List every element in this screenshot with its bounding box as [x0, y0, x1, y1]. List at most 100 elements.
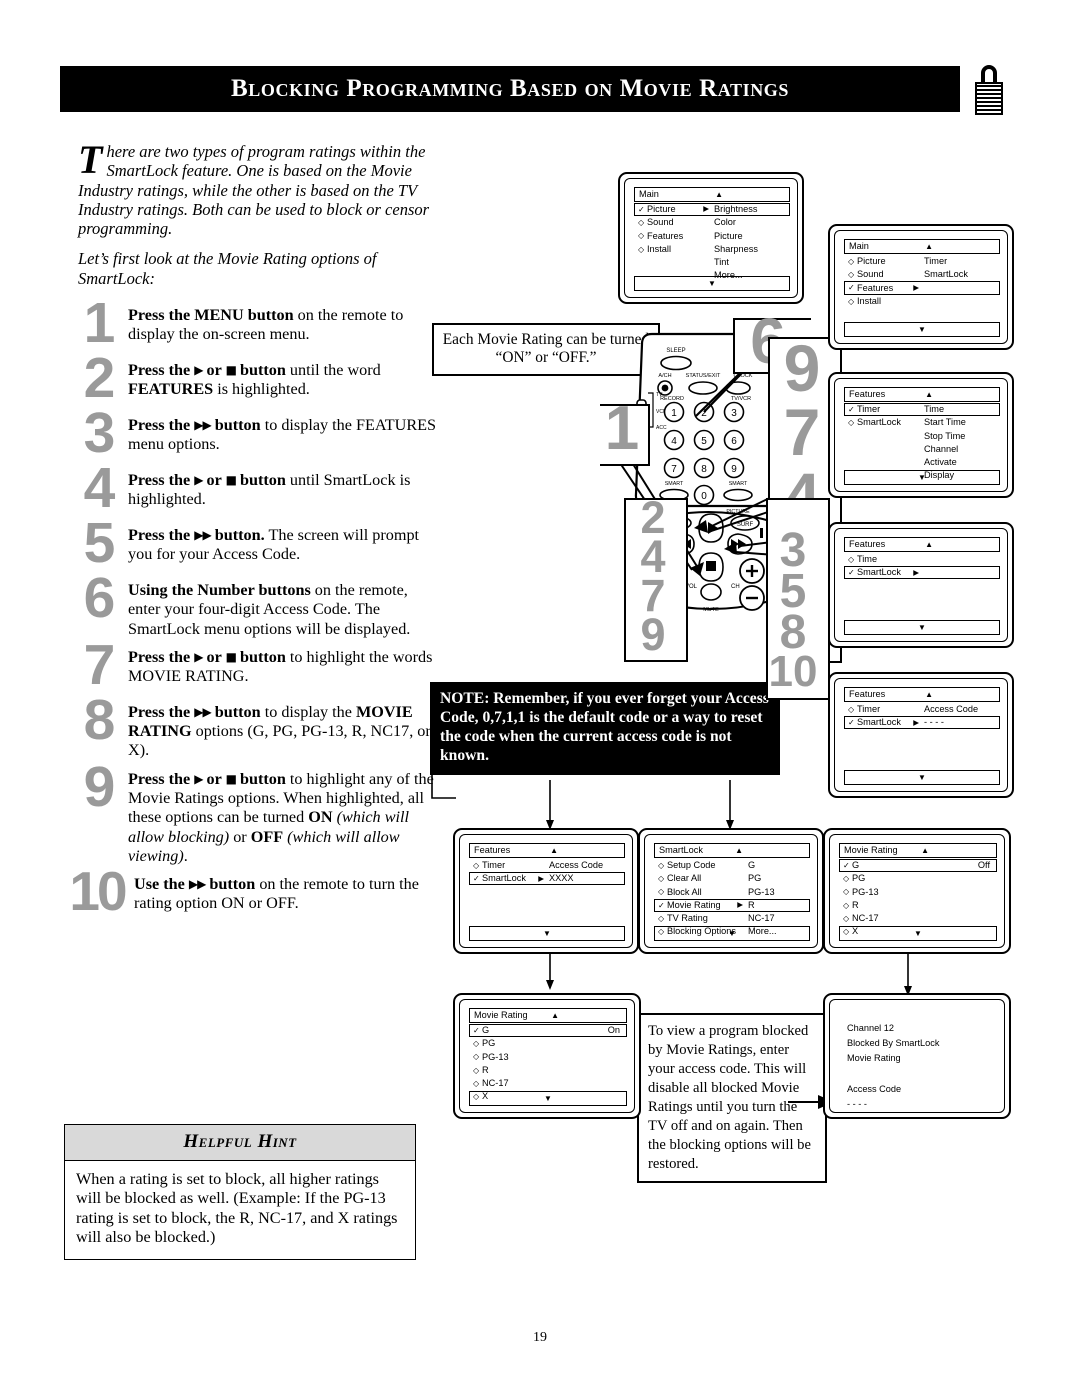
osd-main-features[interactable]: Main ▲ ◇ Picture Timer ◇ Sound SmartLock ✓ Featur… [844, 239, 1000, 337]
scroll-up-icon[interactable]: ▲ [925, 689, 933, 700]
osd-row-value: R [748, 899, 755, 910]
osd-row-label: PG [852, 873, 866, 884]
osd-features-access-code[interactable]: Features ▲ ◇ Timer Access Code ✓ SmartLock ▶ - -… [844, 687, 1000, 785]
osd-row-setup-code[interactable]: ◇ Setup Code G [654, 859, 810, 872]
osd-row-pg[interactable]: ◇ PG [469, 1037, 627, 1050]
osd-row-value: Timer [924, 256, 948, 267]
osd-row-timer[interactable]: ✓ Timer Time [844, 403, 1000, 417]
osd-row-label: NC-17 [852, 913, 879, 923]
osd-row-r[interactable]: ◇ R [469, 1064, 627, 1077]
osd-row-features[interactable]: ✓ Features ▶ [844, 281, 1000, 295]
diamond-bullet-icon: ◇ [843, 887, 850, 897]
step-number-3: 3 [83, 401, 116, 465]
blocked-message-line: Access Code [847, 1083, 902, 1094]
osd-row-features[interactable]: ◇ Features Picture [634, 229, 790, 242]
osd-row-r[interactable]: ◇ R [839, 899, 997, 912]
osd-row-install[interactable]: ◇ Install [844, 295, 1000, 308]
scroll-up-icon[interactable]: ▲ [925, 539, 933, 550]
osd-row-clear-all[interactable]: ◇ Clear All PG [654, 872, 810, 885]
osd-row[interactable]: Activate [844, 456, 1000, 469]
step-6: 6 Using the Number buttons on the remote,… [70, 569, 440, 639]
step-3: 3 Press the ▶▶ button to display the FEAT… [70, 404, 440, 462]
osd-row-sound[interactable]: ◇ Sound Color [634, 216, 790, 229]
osd-row-install[interactable]: ◇ Install Sharpness [634, 243, 790, 256]
scroll-down-icon[interactable]: ▼ [839, 926, 997, 941]
scroll-up-icon[interactable]: ▲ [921, 845, 929, 856]
scroll-down-icon[interactable]: ▼ [844, 620, 1000, 635]
osd-row-pg-13[interactable]: ◇ PG-13 [839, 885, 997, 898]
scroll-down-icon[interactable]: ▼ [844, 770, 1000, 785]
osd-row-block-all[interactable]: ◇ Block All PG-13 [654, 885, 810, 898]
callout-number-7: 7 [783, 395, 821, 469]
scroll-up-icon[interactable]: ▲ [925, 389, 933, 400]
osd-row-nc-17[interactable]: ◇ NC-17 [469, 1077, 627, 1090]
checkmark-icon: ✓ [848, 283, 855, 293]
osd-features-timer[interactable]: Features ▲ ✓ Timer Time ◇ SmartLock Start Time S… [844, 387, 1000, 485]
osd-row-sound[interactable]: ◇ Sound SmartLock [844, 268, 1000, 281]
osd-row-picture[interactable]: ◇ Picture Timer [844, 255, 1000, 268]
osd-row[interactable]: Channel [844, 443, 1000, 456]
tv-screen-blocked-message: Channel 12 Blocked By SmartLock Movie Rati… [823, 993, 1011, 1119]
osd-main-picture[interactable]: Main ▲ ✓ Picture ▶ Brightness ◇ Sound Color ◇ Feat… [634, 187, 790, 291]
checkmark-icon: ✓ [638, 205, 645, 215]
osd-row-picture[interactable]: ✓ Picture ▶ Brightness [634, 203, 790, 217]
osd-row-pg[interactable]: ◇ PG [839, 872, 997, 885]
checkmark-icon: ✓ [848, 405, 855, 415]
scroll-up-icon[interactable]: ▲ [550, 845, 558, 856]
osd-row-smartlock[interactable]: ✓ SmartLock ▶ [844, 566, 1000, 580]
page-header-bar: Blocking Programming Based on Movie Rati… [60, 66, 960, 112]
scroll-up-icon[interactable]: ▲ [715, 189, 723, 200]
osd-features-smartlock[interactable]: Features ▲ ◇ Time ✓ SmartLock ▶ ▼ [844, 537, 1000, 635]
scroll-down-icon[interactable]: ▼ [469, 1091, 627, 1106]
osd-title: Movie Rating ▲ [469, 1008, 627, 1023]
step-5: 5 Press the ▶▶ button. The screen will pr… [70, 514, 440, 572]
osd-smartlock-menu[interactable]: SmartLock ▲ ◇ Setup Code G ◇ Clear All PG ◇ Block… [654, 843, 810, 941]
osd-row-tv-rating[interactable]: ◇ TV Rating NC-17 [654, 912, 810, 925]
osd-row-nc-17[interactable]: ◇ NC-17 [839, 912, 997, 925]
step-2: 2 Press the ▶ or ■ button until the word … [70, 349, 440, 407]
osd-row-movie-rating[interactable]: ✓ Movie Rating ▶ R [654, 898, 810, 912]
step-text-10: Use the ▶▶ button on the remote to turn … [134, 875, 419, 913]
osd-movie-rating-off[interactable]: Movie Rating ▲ ✓ G Off ◇ PG ◇ PG-13 ◇ R ◇ NC-17 ◇ X ▼ [839, 843, 997, 941]
diamond-bullet-icon: ◇ [638, 244, 645, 254]
osd-row-time[interactable]: ◇ Time [844, 553, 1000, 566]
osd-row[interactable]: Stop Time [844, 429, 1000, 442]
osd-row-value: Access Code [549, 860, 604, 871]
blocked-message-line [847, 1067, 939, 1082]
osd-row-label: Block All [667, 886, 702, 897]
scroll-up-icon[interactable]: ▲ [925, 241, 933, 252]
osd-row-timer[interactable]: ◇ Timer Access Code [844, 703, 1000, 716]
osd-row-timer[interactable]: ◇ Timer Access Code [469, 859, 625, 872]
scroll-down-icon[interactable]: ▼ [469, 926, 625, 941]
blocked-message-line: Channel 12 [847, 1023, 894, 1033]
scroll-up-icon[interactable]: ▲ [735, 845, 743, 856]
right-arrow-icon: ▶ [913, 282, 919, 292]
osd-row-smartlock[interactable]: ◇ SmartLock Start Time [844, 416, 1000, 429]
diamond-bullet-icon: ◇ [473, 1078, 480, 1088]
step-4: 4 Press the ▶ or ■ button until SmartLock… [70, 459, 440, 517]
osd-row-value: Activate [924, 457, 957, 467]
step-10: 10 Use the ▶▶ button on the remote to tur… [69, 863, 440, 921]
osd-row[interactable]: Tint [634, 256, 790, 269]
scroll-down-icon[interactable]: ▼ [634, 276, 790, 291]
osd-row-value: G [748, 860, 756, 871]
scroll-up-icon[interactable]: ▲ [551, 1010, 559, 1021]
osd-row-value: SmartLock [924, 269, 968, 280]
osd-row-smartlock[interactable]: ✓ SmartLock ▶ XXXX [469, 872, 625, 886]
intro-paragraph-2: Let’s first look at the Movie Rating opt… [78, 249, 377, 288]
osd-row-g[interactable]: ✓ G Off [839, 859, 997, 873]
scroll-down-icon[interactable]: ▼ [844, 470, 1000, 485]
tv-screen-main-picture: Main ▲ ✓ Picture ▶ Brightness ◇ Sound Color ◇ Feat… [618, 172, 804, 304]
scroll-down-icon[interactable]: ▼ [654, 926, 810, 941]
drop-cap: T [78, 137, 103, 182]
osd-movie-rating-on[interactable]: Movie Rating ▲ ✓ G On ◇ PG ◇ PG-13 ◇ R ◇ NC-17 ◇ X ▼ [469, 1008, 627, 1106]
scroll-down-icon[interactable]: ▼ [844, 322, 1000, 337]
osd-row-smartlock[interactable]: ✓ SmartLock ▶ - - - - [844, 716, 1000, 730]
osd-features-code-entered[interactable]: Features ▲ ◇ Timer Access Code ✓ SmartLock ▶ XXX… [469, 843, 625, 941]
osd-row-value: Off [977, 860, 990, 871]
osd-row-g[interactable]: ✓ G On [469, 1024, 627, 1038]
osd-row-pg-13[interactable]: ◇ PG-13 [469, 1050, 627, 1063]
osd-row-value: Picture [714, 230, 743, 241]
intro-paragraph-1: There are two types of program ratings w… [78, 137, 430, 239]
right-arrow-icon: ▶ [737, 899, 743, 909]
